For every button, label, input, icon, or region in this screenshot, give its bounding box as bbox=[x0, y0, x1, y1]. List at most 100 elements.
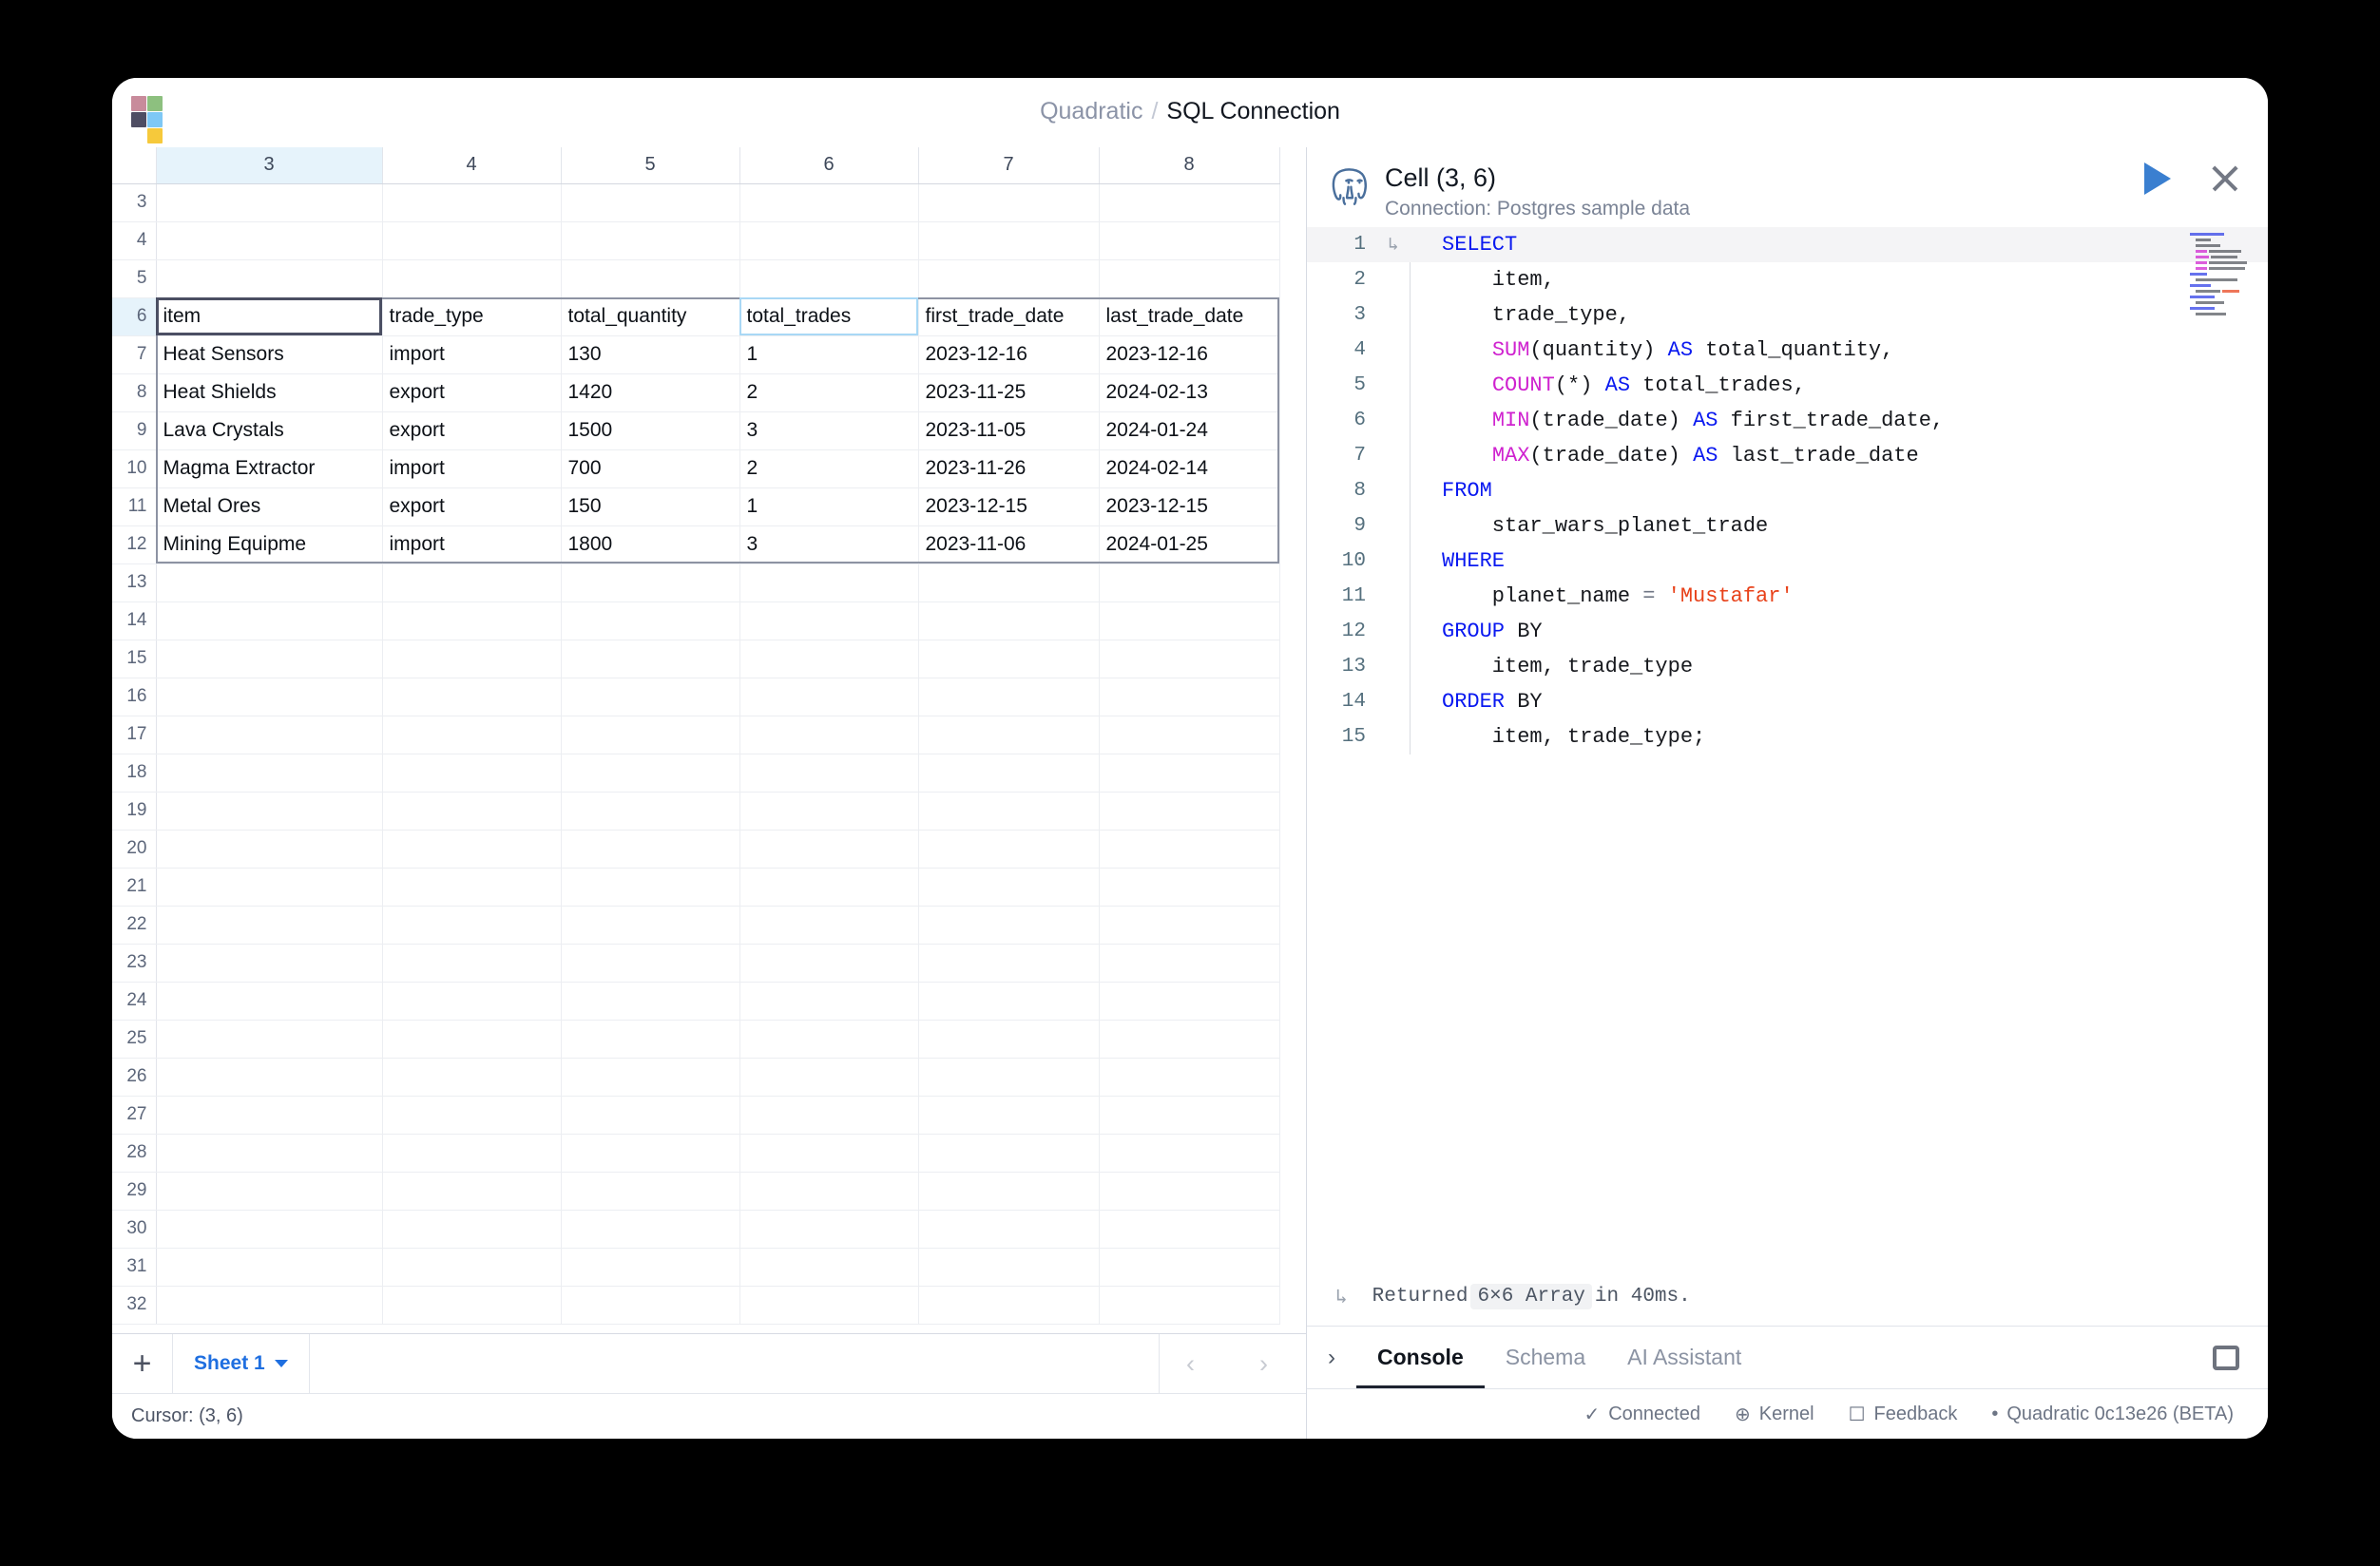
grid-cell[interactable] bbox=[1099, 868, 1280, 907]
grid-cell[interactable] bbox=[918, 944, 1100, 983]
grid-cell[interactable] bbox=[156, 982, 383, 1021]
breadcrumb-current[interactable]: SQL Connection bbox=[1166, 98, 1340, 124]
row-header-12[interactable]: 12 bbox=[112, 525, 157, 564]
grid-cell[interactable] bbox=[1099, 1134, 1280, 1173]
grid-cell[interactable] bbox=[739, 640, 919, 678]
code-line[interactable]: 14 ORDER BY bbox=[1307, 684, 2268, 719]
grid-cell[interactable] bbox=[739, 754, 919, 793]
grid-cell[interactable] bbox=[156, 754, 383, 793]
row-header-15[interactable]: 15 bbox=[112, 640, 157, 678]
grid-cell[interactable] bbox=[918, 678, 1100, 716]
code-line[interactable]: 5 COUNT(*) AS total_trades, bbox=[1307, 368, 2268, 403]
grid-cell[interactable] bbox=[1099, 1210, 1280, 1249]
row-header-32[interactable]: 32 bbox=[112, 1286, 157, 1325]
grid-cell[interactable]: 130 bbox=[561, 335, 740, 374]
grid-cell[interactable]: 700 bbox=[561, 449, 740, 488]
code-line[interactable]: 15 item, trade_type; bbox=[1307, 719, 2268, 754]
grid-cell[interactable] bbox=[739, 792, 919, 831]
grid-cell[interactable] bbox=[561, 830, 740, 869]
code-lines[interactable]: 1 ↳ SELECT 2 item, 3 trade_type, 4 SUM(quanti… bbox=[1307, 227, 2268, 754]
column-header-4[interactable]: 4 bbox=[382, 147, 562, 184]
grid-cell[interactable]: import bbox=[382, 449, 562, 488]
grid-cell[interactable] bbox=[918, 1286, 1100, 1325]
grid-cell[interactable] bbox=[918, 1210, 1100, 1249]
grid-cell[interactable]: trade_type bbox=[382, 297, 562, 336]
grid-cell[interactable]: 2023-11-26 bbox=[918, 449, 1100, 488]
column-header-5[interactable]: 5 bbox=[561, 147, 740, 184]
grid-cell[interactable] bbox=[382, 1096, 562, 1135]
grid-cell[interactable] bbox=[739, 1134, 919, 1173]
code-line[interactable]: 7 MAX(trade_date) AS last_trade_date bbox=[1307, 438, 2268, 473]
grid-cell[interactable] bbox=[739, 1210, 919, 1249]
row-header-6[interactable]: 6 bbox=[112, 297, 157, 336]
row-header-16[interactable]: 16 bbox=[112, 678, 157, 716]
grid-cell[interactable] bbox=[739, 830, 919, 869]
grid-cell[interactable] bbox=[918, 868, 1100, 907]
grid-cell[interactable] bbox=[1099, 716, 1280, 754]
grid-corner[interactable] bbox=[112, 147, 157, 184]
grid-cell[interactable] bbox=[1099, 792, 1280, 831]
grid-cell[interactable] bbox=[156, 1210, 383, 1249]
row-header-25[interactable]: 25 bbox=[112, 1020, 157, 1059]
code-line[interactable]: 12 GROUP BY bbox=[1307, 614, 2268, 649]
grid-cell[interactable] bbox=[382, 602, 562, 640]
row-header-18[interactable]: 18 bbox=[112, 754, 157, 793]
grid-cell[interactable]: 2024-01-24 bbox=[1099, 411, 1280, 450]
grid-cell[interactable] bbox=[739, 563, 919, 602]
grid-cell[interactable]: 1500 bbox=[561, 411, 740, 450]
grid-cell[interactable] bbox=[739, 1058, 919, 1097]
row-header-5[interactable]: 5 bbox=[112, 259, 157, 298]
row-header-17[interactable]: 17 bbox=[112, 716, 157, 754]
grid-cell[interactable] bbox=[156, 678, 383, 716]
grid-cell[interactable]: Heat Shields bbox=[156, 373, 383, 412]
grid-table[interactable]: 3 4 5 6 7 8 3 4 5 6 item trade_type total_quantity to… bbox=[112, 147, 1280, 1325]
grid-cell[interactable]: 2023-11-05 bbox=[918, 411, 1100, 450]
code-line[interactable]: 6 MIN(trade_date) AS first_trade_date, bbox=[1307, 403, 2268, 438]
grid-cell[interactable] bbox=[382, 183, 562, 222]
grid-cell[interactable]: 2 bbox=[739, 449, 919, 488]
row-header-26[interactable]: 26 bbox=[112, 1058, 157, 1097]
grid-cell[interactable] bbox=[1099, 1020, 1280, 1059]
grid-cell[interactable]: 2023-12-16 bbox=[1099, 335, 1280, 374]
grid-cell[interactable] bbox=[156, 792, 383, 831]
grid-cell[interactable] bbox=[382, 868, 562, 907]
grid-cell[interactable] bbox=[918, 183, 1100, 222]
grid-cell[interactable] bbox=[1099, 183, 1280, 222]
grid-cell[interactable] bbox=[739, 868, 919, 907]
grid-cell[interactable] bbox=[739, 259, 919, 298]
row-header-9[interactable]: 9 bbox=[112, 411, 157, 450]
grid-cell[interactable]: import bbox=[382, 335, 562, 374]
grid-cell[interactable]: 2 bbox=[739, 373, 919, 412]
column-header-3[interactable]: 3 bbox=[156, 147, 383, 184]
row-header-11[interactable]: 11 bbox=[112, 487, 157, 526]
grid-cell[interactable] bbox=[382, 640, 562, 678]
grid-cell[interactable] bbox=[561, 944, 740, 983]
row-header-27[interactable]: 27 bbox=[112, 1096, 157, 1135]
grid-cell[interactable] bbox=[739, 1172, 919, 1211]
grid-cell[interactable] bbox=[561, 563, 740, 602]
grid-cell[interactable] bbox=[382, 1172, 562, 1211]
grid-cell[interactable] bbox=[156, 640, 383, 678]
sheet-tab-sheet1[interactable]: Sheet 1 bbox=[173, 1334, 310, 1393]
code-line[interactable]: 10 WHERE bbox=[1307, 544, 2268, 579]
grid-cell[interactable] bbox=[739, 1096, 919, 1135]
grid-cell[interactable] bbox=[561, 754, 740, 793]
grid-cell[interactable] bbox=[561, 1248, 740, 1287]
grid-cell[interactable] bbox=[156, 906, 383, 945]
grid-cell[interactable]: Metal Ores bbox=[156, 487, 383, 526]
tab-console[interactable]: Console bbox=[1356, 1327, 1485, 1388]
grid-cell[interactable] bbox=[382, 754, 562, 793]
grid-cell[interactable] bbox=[918, 1172, 1100, 1211]
code-line[interactable]: 1 ↳ SELECT bbox=[1307, 227, 2268, 262]
grid-cell[interactable] bbox=[918, 754, 1100, 793]
sql-code-editor[interactable]: 1 ↳ SELECT 2 item, 3 trade_type, 4 SUM(quanti… bbox=[1307, 227, 2268, 1268]
grid-cell[interactable] bbox=[1099, 982, 1280, 1021]
grid-cell[interactable] bbox=[561, 1058, 740, 1097]
breadcrumb-root[interactable]: Quadratic bbox=[1040, 98, 1142, 124]
grid-cell[interactable] bbox=[739, 602, 919, 640]
grid-cell[interactable] bbox=[1099, 906, 1280, 945]
row-header-3[interactable]: 3 bbox=[112, 183, 157, 222]
row-header-13[interactable]: 13 bbox=[112, 563, 157, 602]
grid-cell[interactable] bbox=[1099, 830, 1280, 869]
column-header-8[interactable]: 8 bbox=[1099, 147, 1280, 184]
